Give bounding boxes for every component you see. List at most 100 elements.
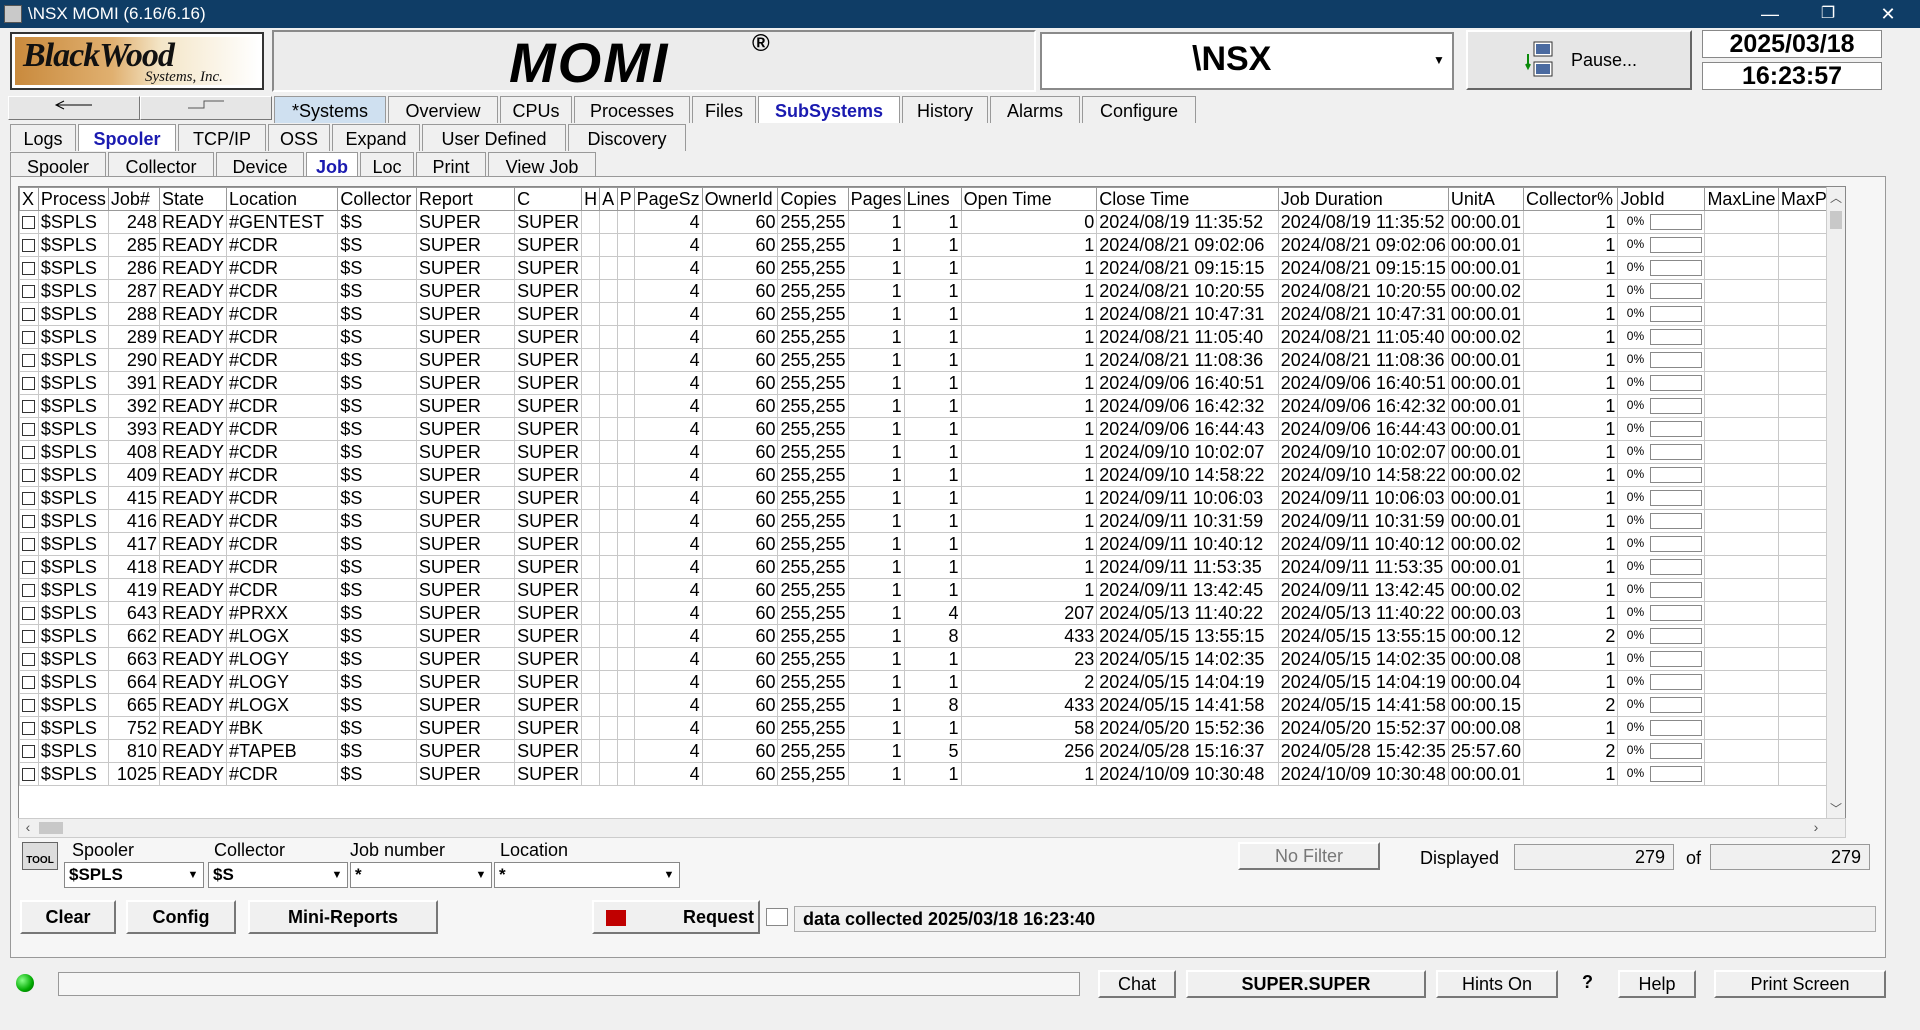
tab-print[interactable]: Print <box>416 152 486 179</box>
column-header[interactable]: Copies <box>777 187 849 211</box>
column-header[interactable]: P <box>616 187 635 211</box>
question-icon[interactable]: ? <box>1582 972 1593 993</box>
tab-loc[interactable]: Loc <box>360 152 414 179</box>
checkbox-icon[interactable] <box>22 239 36 253</box>
tab-overview[interactable]: Overview <box>388 96 498 123</box>
tab-logs[interactable]: Logs <box>10 124 76 151</box>
row-select-checkbox[interactable] <box>19 348 39 372</box>
table-row[interactable]: $SPLS 289 READY #CDR $S SUPER SUPER 4 60 255,255 1… <box>19 325 1845 349</box>
table-row[interactable]: $SPLS 416 READY #CDR $S SUPER SUPER 4 60 255,255 1… <box>19 509 1845 533</box>
tab-view-job[interactable]: View Job <box>488 152 596 179</box>
column-header[interactable]: Job Duration <box>1277 187 1449 211</box>
checkbox-icon[interactable] <box>22 538 36 552</box>
job-filter-select[interactable]: * ▼ <box>350 862 492 888</box>
row-select-checkbox[interactable] <box>19 739 39 763</box>
no-filter-button[interactable]: No Filter <box>1238 842 1380 870</box>
toggle-left-button[interactable] <box>8 96 140 120</box>
pause-button[interactable]: Pause... <box>1466 30 1692 90</box>
row-select-checkbox[interactable] <box>19 325 39 349</box>
checkbox-icon[interactable] <box>22 492 36 506</box>
checkbox-icon[interactable] <box>22 423 36 437</box>
row-select-checkbox[interactable] <box>19 463 39 487</box>
table-row[interactable]: $SPLS 664 READY #LOGY $S SUPER SUPER 4 60 255,255… <box>19 670 1845 694</box>
column-header[interactable]: UnitA <box>1447 187 1524 211</box>
row-select-checkbox[interactable] <box>19 762 39 786</box>
chevron-down-icon[interactable]: ▼ <box>473 866 489 884</box>
tab-discovery[interactable]: Discovery <box>568 124 686 151</box>
row-select-checkbox[interactable] <box>19 601 39 625</box>
column-header[interactable]: OwnerId <box>701 187 779 211</box>
row-select-checkbox[interactable] <box>19 555 39 579</box>
table-row[interactable]: $SPLS 417 READY #CDR $S SUPER SUPER 4 60 255,255 1… <box>19 532 1845 556</box>
scroll-up-icon[interactable]: ︿ <box>1827 189 1845 206</box>
table-row[interactable]: $SPLS 392 READY #CDR $S SUPER SUPER 4 60 255,255 1… <box>19 394 1845 418</box>
horizontal-scrollbar[interactable]: ‹ › <box>18 818 1846 838</box>
scroll-left-icon[interactable]: ‹ <box>19 819 37 835</box>
row-select-checkbox[interactable] <box>19 486 39 510</box>
minimize-button[interactable]: — <box>1742 0 1798 28</box>
clear-button[interactable]: Clear <box>20 900 116 934</box>
chevron-down-icon[interactable]: ▼ <box>185 866 201 884</box>
column-header[interactable]: JobId <box>1617 187 1706 211</box>
system-select[interactable]: \NSX ▼ <box>1040 32 1454 90</box>
column-header[interactable]: MaxLine <box>1704 187 1779 211</box>
print-screen-button[interactable]: Print Screen <box>1714 970 1886 998</box>
row-select-checkbox[interactable] <box>19 417 39 441</box>
column-header[interactable]: Close Time <box>1096 187 1279 211</box>
column-header[interactable]: PageSz <box>633 187 703 211</box>
restore-button[interactable]: ❐ <box>1800 0 1856 28</box>
column-header[interactable]: A <box>599 187 618 211</box>
checkbox-icon[interactable] <box>22 354 36 368</box>
checkbox-icon[interactable] <box>22 331 36 345</box>
help-button[interactable]: Help <box>1618 970 1696 998</box>
table-row[interactable]: $SPLS 662 READY #LOGX $S SUPER SUPER 4 60 255,255… <box>19 624 1845 648</box>
table-row[interactable]: $SPLS 663 READY #LOGY $S SUPER SUPER 4 60 255,255… <box>19 647 1845 671</box>
column-header[interactable]: Location <box>225 187 339 211</box>
column-header[interactable]: Report <box>415 187 516 211</box>
table-row[interactable]: $SPLS 752 READY #BK $S SUPER SUPER 4 60 255,255 1 1… <box>19 716 1845 740</box>
checkbox-icon[interactable] <box>22 515 36 529</box>
chevron-down-icon[interactable]: ▼ <box>329 866 345 884</box>
tab-device[interactable]: Device <box>216 152 304 179</box>
checkbox-icon[interactable] <box>22 262 36 276</box>
row-select-checkbox[interactable] <box>19 210 39 234</box>
row-select-checkbox[interactable] <box>19 509 39 533</box>
scroll-right-icon[interactable]: › <box>1807 819 1825 835</box>
column-header[interactable]: State <box>158 187 227 211</box>
table-row[interactable]: $SPLS 408 READY #CDR $S SUPER SUPER 4 60 255,255 1… <box>19 440 1845 464</box>
row-select-checkbox[interactable] <box>19 302 39 326</box>
checkbox-icon[interactable] <box>22 630 36 644</box>
table-row[interactable]: $SPLS 288 READY #CDR $S SUPER SUPER 4 60 255,255 1… <box>19 302 1845 326</box>
column-header[interactable]: Open Time <box>960 187 1098 211</box>
config-button[interactable]: Config <box>126 900 236 934</box>
table-row[interactable]: $SPLS 290 READY #CDR $S SUPER SUPER 4 60 255,255 1… <box>19 348 1845 372</box>
row-select-checkbox[interactable] <box>19 371 39 395</box>
table-row[interactable]: $SPLS 286 READY #CDR $S SUPER SUPER 4 60 255,255 1… <box>19 256 1845 280</box>
column-header[interactable]: Process <box>37 187 109 211</box>
checkbox-icon[interactable] <box>22 768 36 782</box>
checkbox-icon[interactable] <box>22 745 36 759</box>
tab-spooler-sub[interactable]: Spooler <box>10 152 106 179</box>
toggle-right-button[interactable] <box>140 96 272 120</box>
checkbox-icon[interactable] <box>22 308 36 322</box>
table-row[interactable]: $SPLS 248 READY #GENTEST $S SUPER SUPER 4 60 255,… <box>19 210 1845 234</box>
checkbox-icon[interactable] <box>22 400 36 414</box>
row-select-checkbox[interactable] <box>19 532 39 556</box>
checkbox-icon[interactable] <box>22 285 36 299</box>
tab-history[interactable]: History <box>902 96 988 123</box>
scroll-down-icon[interactable]: ﹀ <box>1827 800 1845 817</box>
row-select-checkbox[interactable] <box>19 279 39 303</box>
tab-collector[interactable]: Collector <box>108 152 214 179</box>
collector-filter-select[interactable]: $S ▼ <box>208 862 348 888</box>
column-header[interactable]: Collector% <box>1522 187 1619 211</box>
table-row[interactable]: $SPLS 409 READY #CDR $S SUPER SUPER 4 60 255,255 1… <box>19 463 1845 487</box>
checkbox-icon[interactable] <box>22 377 36 391</box>
column-header[interactable]: Lines <box>903 187 962 211</box>
checkbox-icon[interactable] <box>22 584 36 598</box>
tab-processes[interactable]: Processes <box>574 96 690 123</box>
tab-files[interactable]: Files <box>692 96 756 123</box>
column-header[interactable]: H <box>581 187 601 211</box>
checkbox-icon[interactable] <box>22 699 36 713</box>
tab-expand[interactable]: Expand <box>332 124 420 151</box>
column-header[interactable]: Job# <box>107 187 160 211</box>
